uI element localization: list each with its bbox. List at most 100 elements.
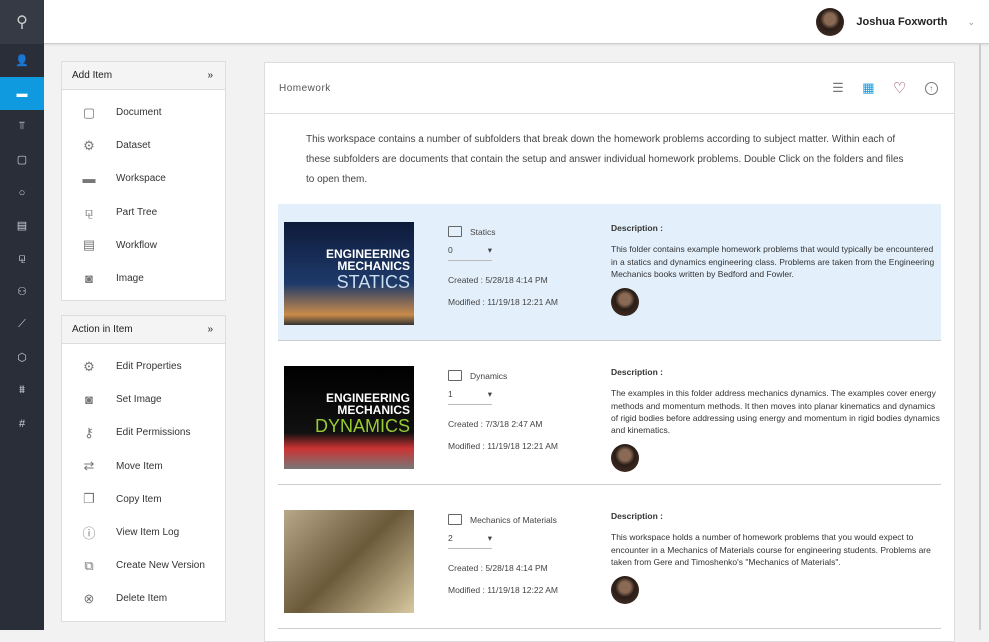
menu-item-label: Document [116,107,162,119]
group-icon: ⚇ [17,286,27,298]
folder-name[interactable]: Statics [470,227,496,237]
nav-circle[interactable]: ○ [0,176,44,209]
cover-text: STATICS [336,272,410,292]
collapse-icon[interactable]: » [207,70,213,81]
nav-cube[interactable]: ⬡ [0,341,44,374]
folder-icon [448,514,462,525]
delete-icon: ⊗ [83,590,95,606]
tile-view-icon[interactable]: ▦ [862,80,875,96]
nav-signpost[interactable]: ⫪ [0,110,44,143]
copy-icon: ❐ [83,491,95,507]
cover-text: MECHANICS [337,403,410,417]
intro-text: This workspace contains a number of subf… [306,134,904,185]
user-menu[interactable]: Joshua Foxworth ⌄ [816,8,975,36]
cube-icon: ⬡ [17,352,27,364]
workspace-card: Homework ☰ ▦ ♡ ↑ This workspace contains… [264,62,955,642]
user-icon: 👤 [15,55,29,67]
nav-chart[interactable]: ⟋ [0,308,44,341]
folder-name[interactable]: Dynamics [470,371,507,381]
info-icon: ⓘ [82,526,96,542]
nav-hierarchy[interactable]: ⚼ [0,242,44,275]
folder-icon [448,370,462,381]
nav-mask[interactable]: ⩩ [0,374,44,407]
menu-item[interactable]: ▢ Document [62,96,225,129]
menu-item[interactable]: ⓘ View Item Log [62,516,225,549]
user-name: Joshua Foxworth [856,16,948,28]
folder-row[interactable]: ENGINEERING MECHANICS DYNAMICS Dynamics 1 ▾… [278,348,941,485]
heart-icon[interactable]: ♡ [893,79,907,97]
camera-icon: ◙ [85,392,93,408]
action-header[interactable]: Action in Item » [62,316,225,344]
folder-row[interactable]: ENGINEERING MECHANICS STATICS Statics 0 ▾ C… [278,204,941,341]
menu-item[interactable]: ⚙ Edit Properties [62,350,225,383]
description-text: The examples in this folder address mech… [611,388,940,436]
menu-item-label: Copy Item [116,493,162,505]
workflow-icon: ▤ [82,237,96,253]
nav-hash[interactable]: # [0,407,44,440]
menu-item-label: Create New Version [116,560,205,572]
upload-icon[interactable]: ↑ [925,81,938,95]
logo-icon[interactable]: ⚲ [0,0,44,44]
page-title: Homework [279,82,331,94]
hash-icon: # [18,417,26,430]
menu-item-label: Edit Properties [116,361,182,373]
document-icon: ▢ [82,104,96,120]
menu-item[interactable]: ⊗ Delete Item [62,582,225,615]
version-select[interactable]: 0 ▾ [448,243,492,261]
side-nav: ⚲ 👤 ▬ ⫪ ▢ ○ ▤ ⚼ ⚇ ⟋ ⬡ ⩩ # [0,0,44,630]
circle-icon: ○ [18,186,26,199]
menu-item[interactable]: ◙ Set Image [62,383,225,416]
gear-icon: ⚙ [83,137,95,153]
cover-text: MECHANICS [337,259,410,273]
owner-avatar[interactable] [611,444,639,473]
version-select[interactable]: 1 ▾ [448,387,492,405]
menu-item[interactable]: ◙ Image [62,262,225,295]
nav-calendar[interactable]: ▤ [0,209,44,242]
owner-avatar[interactable] [611,288,639,317]
owner-avatar[interactable] [611,576,639,605]
mask-icon: ⩩ [19,384,25,396]
list-view-icon[interactable]: ☰ [832,80,844,96]
nav-user[interactable]: 👤 [0,44,44,77]
cover-text: DYNAMICS [314,416,410,436]
action-panel: Action in Item » ⚙ Edit Properties ◙ Set Ima… [61,315,226,622]
description-label: Description : [611,367,663,377]
cover-image: ENGINEERING MECHANICS STATICS [284,222,414,325]
signpost-icon: ⫪ [18,120,26,132]
folder-name[interactable]: Mechanics of Materials [470,515,557,525]
key-icon: ⚷ [84,424,94,440]
dropdown-arrow-icon: ▾ [487,389,492,399]
dropdown-arrow-icon: ▾ [487,245,492,255]
folder-row[interactable]: Mechanics of Materials 2 ▾ Created : 5/28… [278,492,941,629]
version-icon: ⧉ [84,557,94,573]
folder-icon [448,226,462,237]
nav-group[interactable]: ⚇ [0,275,44,308]
menu-item[interactable]: ⚙ Dataset [62,129,225,162]
menu-item[interactable]: ⇄ Move Item [62,450,225,483]
version-value: 2 [448,533,453,543]
scrollbar[interactable] [979,44,981,630]
menu-item[interactable]: ⚷ Edit Permissions [62,416,225,449]
menu-item-label: Edit Permissions [116,427,191,439]
calendar-icon: ▤ [16,220,28,232]
collapse-icon[interactable]: » [207,324,213,335]
version-select[interactable]: 2 ▾ [448,531,492,549]
menu-item[interactable]: ❐ Copy Item [62,483,225,516]
nav-folder[interactable]: ▬ [0,77,44,110]
menu-item-label: Move Item [116,460,163,472]
cover-image [284,510,414,613]
panel-title: Action in Item [72,324,133,335]
add-item-header[interactable]: Add Item » [62,62,225,90]
menu-item-label: Set Image [116,394,162,406]
menu-item[interactable]: ▬ Workspace [62,162,225,195]
panel-title: Add Item [72,70,113,81]
hierarchy-icon: ⚼ [84,204,94,220]
modified-date: Modified : 11/19/18 12:21 AM [448,297,558,307]
menu-item[interactable]: ▤ Workflow [62,229,225,262]
nav-document[interactable]: ▢ [0,143,44,176]
sync-icon: ⇄ [83,458,95,474]
menu-item[interactable]: ⧉ Create New Version [62,549,225,582]
menu-item[interactable]: ⚼ Part Tree [62,196,225,229]
menu-item-label: Delete Item [116,593,168,605]
version-value: 1 [448,389,453,399]
